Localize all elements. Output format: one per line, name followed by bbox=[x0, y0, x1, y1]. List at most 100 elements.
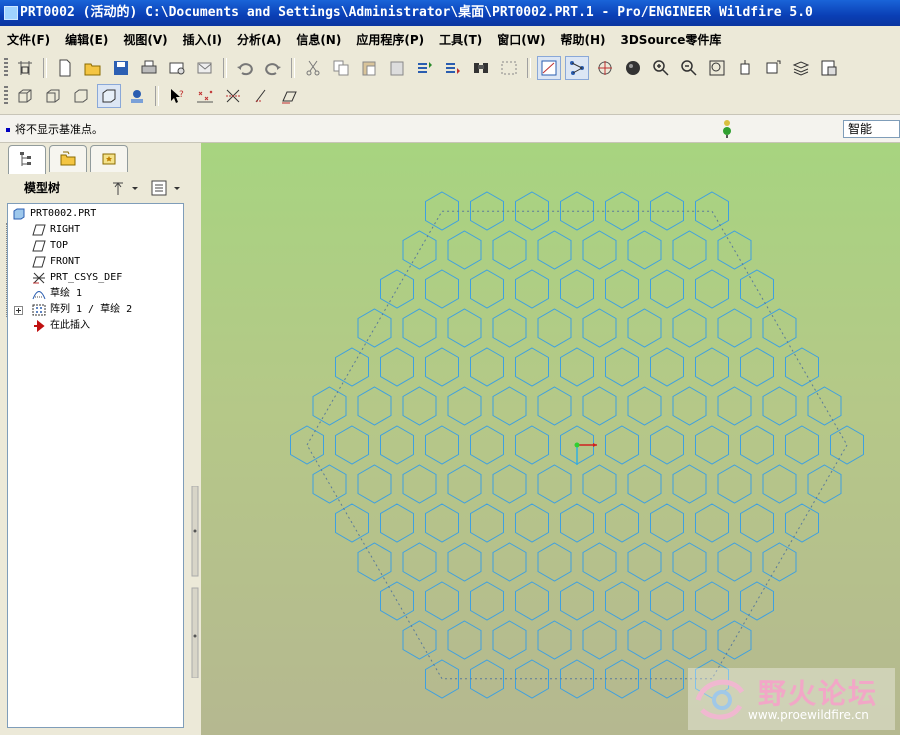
tab-model-tree[interactable] bbox=[8, 145, 46, 174]
panel-splitter[interactable] bbox=[191, 486, 199, 678]
datum-points-toggle-icon[interactable] bbox=[249, 84, 273, 108]
find-icon[interactable] bbox=[469, 56, 493, 80]
menu-edit[interactable]: 编辑(E) bbox=[58, 30, 116, 50]
sketch-hexagon bbox=[672, 464, 707, 504]
sketch-hexagon bbox=[492, 464, 527, 504]
undo-icon[interactable] bbox=[233, 56, 257, 80]
paste-icon[interactable] bbox=[357, 56, 381, 80]
graphics-window[interactable] bbox=[201, 143, 900, 735]
datum-axes-toggle-icon[interactable] bbox=[221, 84, 245, 108]
sketch-hexagon bbox=[672, 308, 707, 348]
no-hidden-icon[interactable] bbox=[69, 84, 93, 108]
redo-icon[interactable] bbox=[261, 56, 285, 80]
wireframe-icon[interactable] bbox=[13, 84, 37, 108]
sketch-hexagon bbox=[537, 542, 572, 582]
sketch-hexagon bbox=[447, 386, 482, 426]
sketch-hexagon bbox=[537, 620, 572, 660]
orient-icon[interactable] bbox=[733, 56, 757, 80]
sketch-hexagon bbox=[717, 230, 752, 270]
menu-file[interactable]: 文件(F) bbox=[0, 30, 58, 50]
menu-3dsource[interactable]: 3DSource零件库 bbox=[613, 30, 729, 50]
copy-icon[interactable] bbox=[329, 56, 353, 80]
whats-this-icon[interactable]: ? bbox=[165, 84, 189, 108]
menu-applications[interactable]: 应用程序(P) bbox=[349, 30, 432, 50]
sketch-hexagon bbox=[717, 542, 752, 582]
menu-analysis[interactable]: 分析(A) bbox=[230, 30, 289, 50]
sketch-hexagon bbox=[762, 308, 797, 348]
regenerate-icon[interactable] bbox=[413, 56, 437, 80]
show-dropdown-icon[interactable] bbox=[150, 179, 184, 197]
sketch-hexagon bbox=[627, 230, 662, 270]
settings-dropdown-icon[interactable] bbox=[110, 179, 140, 197]
menu-help[interactable]: 帮助(H) bbox=[553, 30, 613, 50]
datum-plane-icon bbox=[32, 240, 46, 252]
tab-folder-browser[interactable] bbox=[49, 145, 87, 172]
sketch-hexagon bbox=[447, 542, 482, 582]
sketch-hexagon bbox=[537, 386, 572, 426]
paste-special-icon[interactable] bbox=[385, 56, 409, 80]
menu-view[interactable]: 视图(V) bbox=[116, 30, 175, 50]
sketch-hexagon bbox=[627, 464, 662, 504]
zoom-in-icon[interactable] bbox=[649, 56, 673, 80]
menu-window[interactable]: 窗口(W) bbox=[490, 30, 553, 50]
csys-icon bbox=[33, 272, 45, 284]
svg-text:?: ? bbox=[179, 90, 184, 100]
refit-icon[interactable] bbox=[705, 56, 729, 80]
select-box-icon[interactable] bbox=[497, 56, 521, 80]
print-icon[interactable] bbox=[137, 56, 161, 80]
main-toolbar bbox=[0, 54, 900, 82]
sketch-setup-icon[interactable] bbox=[13, 56, 37, 80]
layers-icon[interactable] bbox=[789, 56, 813, 80]
sketch-hexagon bbox=[785, 347, 819, 387]
pattern-icon bbox=[32, 304, 46, 316]
network-icon[interactable] bbox=[565, 56, 589, 80]
tree-connector bbox=[6, 223, 8, 317]
watermark-title: 野火论坛 bbox=[758, 677, 879, 710]
enhanced-realism-icon[interactable] bbox=[125, 84, 149, 108]
spin-center-icon[interactable] bbox=[593, 56, 617, 80]
toolbar-grip[interactable] bbox=[4, 86, 8, 106]
expand-icon[interactable] bbox=[14, 306, 23, 315]
sketch-hexagon bbox=[425, 659, 459, 699]
zoom-out-icon[interactable] bbox=[677, 56, 701, 80]
sketch-hexagon bbox=[515, 425, 549, 465]
sketch-hexagon bbox=[425, 581, 459, 621]
menu-insert[interactable]: 插入(I) bbox=[176, 30, 230, 50]
tab-favorites[interactable] bbox=[90, 145, 128, 172]
status-message: 将不显示基准点。 bbox=[6, 121, 103, 137]
sketch-hexagon bbox=[515, 581, 549, 621]
csys-toggle-icon[interactable] bbox=[277, 84, 301, 108]
save-icon[interactable] bbox=[109, 56, 133, 80]
email-link-icon[interactable] bbox=[193, 56, 217, 80]
sketch-hexagon bbox=[515, 347, 549, 387]
menu-info[interactable]: 信息(N) bbox=[289, 30, 349, 50]
sketch-canvas bbox=[290, 191, 864, 699]
datum-planes-toggle-icon[interactable] bbox=[193, 84, 217, 108]
menu-tools[interactable]: 工具(T) bbox=[432, 30, 490, 50]
open-folder-icon[interactable] bbox=[81, 56, 105, 80]
sketch-hexagon bbox=[695, 347, 729, 387]
sketch-hexagon bbox=[357, 464, 392, 504]
sketch-hexagon bbox=[492, 230, 527, 270]
regen-manager-icon[interactable] bbox=[441, 56, 465, 80]
shade-icon[interactable] bbox=[621, 56, 645, 80]
view-manager-icon[interactable] bbox=[817, 56, 841, 80]
selection-filter-select[interactable]: 智能 bbox=[843, 120, 900, 138]
sketch-hexagon bbox=[582, 542, 617, 582]
sketch-hexagon bbox=[380, 347, 414, 387]
new-file-icon[interactable] bbox=[53, 56, 77, 80]
sketch-hexagon bbox=[492, 620, 527, 660]
email-icon[interactable] bbox=[165, 56, 189, 80]
datum-display-icon[interactable] bbox=[537, 56, 561, 80]
hidden-line-icon[interactable] bbox=[41, 84, 65, 108]
cut-icon[interactable] bbox=[301, 56, 325, 80]
sketch-hexagon bbox=[447, 620, 482, 660]
sketch-hexagon bbox=[695, 581, 729, 621]
forum-logo-icon bbox=[695, 679, 745, 720]
sketch-hexagon bbox=[605, 503, 639, 543]
sketch-hexagon bbox=[650, 425, 684, 465]
toolbar-grip[interactable] bbox=[4, 58, 8, 78]
shaded-icon[interactable] bbox=[97, 84, 121, 108]
saved-views-icon[interactable] bbox=[761, 56, 785, 80]
sketch-hexagon bbox=[627, 386, 662, 426]
